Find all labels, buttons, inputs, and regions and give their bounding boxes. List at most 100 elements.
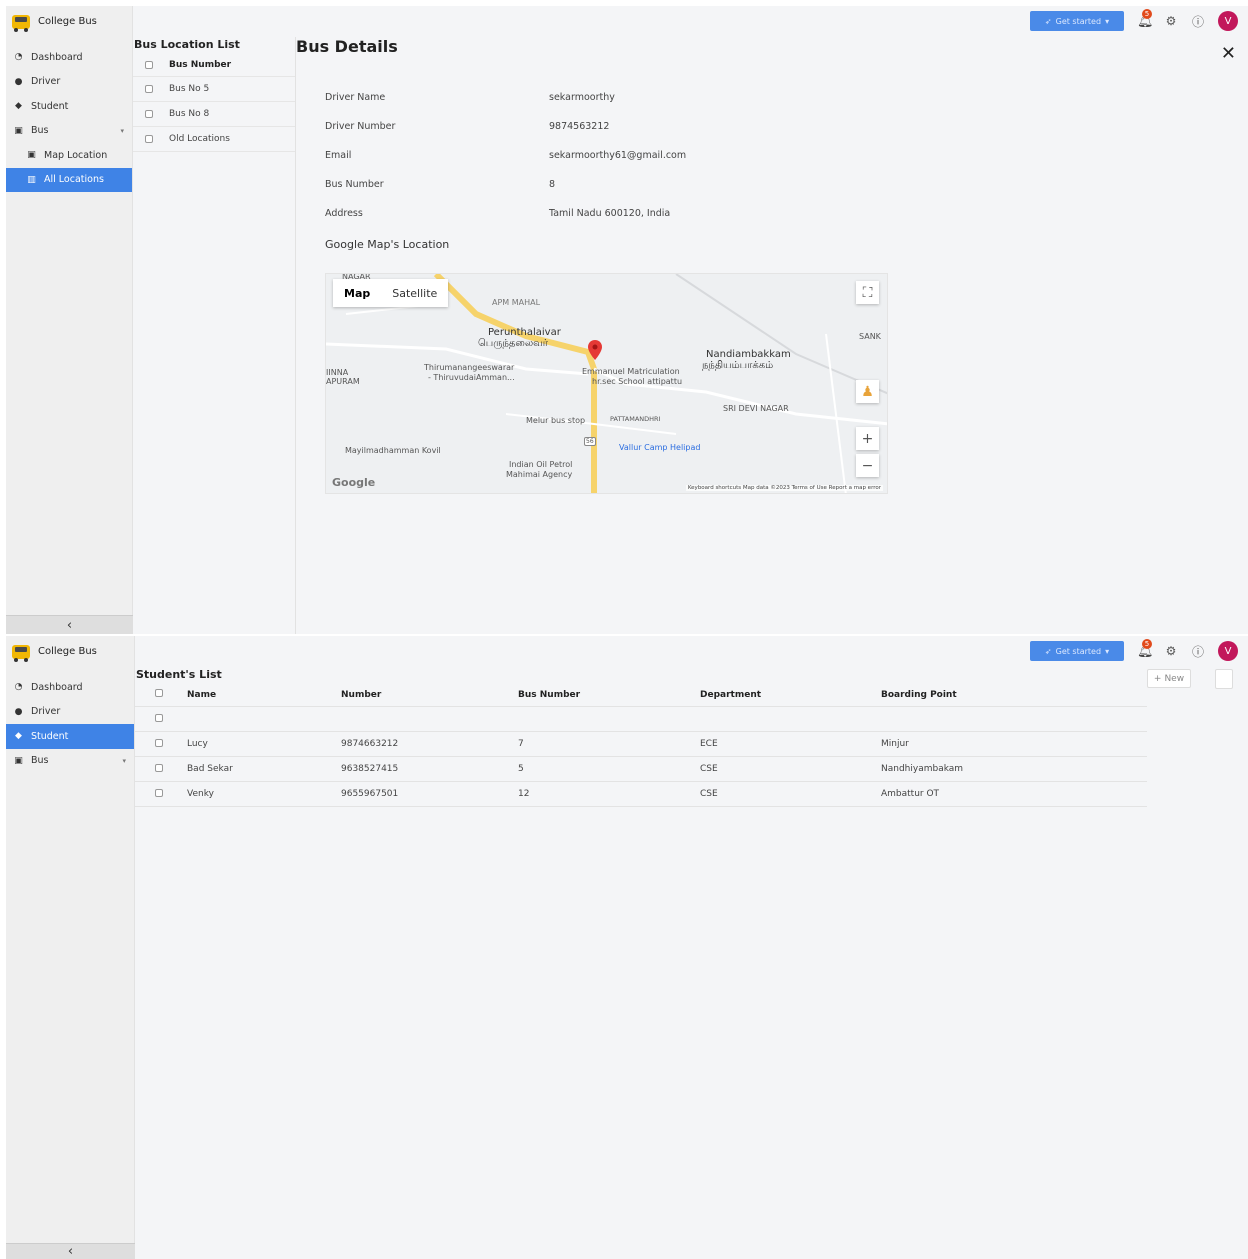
notification-bell[interactable]: 🔔︎ 5 [1137, 638, 1154, 659]
app-title: College Bus [38, 16, 97, 27]
sidebar: College Bus ◔ Dashboard ● Driver ◆ Student … [6, 636, 135, 1259]
brand[interactable]: College Bus [6, 636, 134, 667]
column-header[interactable]: Name [187, 690, 341, 700]
sidebar-item-driver[interactable]: ● Driver [6, 700, 134, 725]
sidebar-item-dashboard[interactable]: ◔ Dashboard [6, 675, 134, 700]
map-label: Vallur Camp Helipad [619, 443, 701, 452]
sidebar-item-dashboard[interactable]: ◔ Dashboard [6, 45, 132, 70]
row-checkbox[interactable] [155, 788, 163, 797]
select-all-checkbox[interactable] [155, 689, 163, 697]
map-section-title: Google Map's Location [325, 238, 450, 251]
fullscreen-icon[interactable]: ⛶ [856, 281, 879, 304]
sidebar-item-label: Bus [31, 755, 49, 767]
list-item[interactable]: Bus No 5 [133, 77, 295, 102]
map-pin-icon[interactable] [588, 340, 602, 360]
chevron-down-icon: ▾ [1105, 646, 1110, 656]
list-item[interactable]: Bus No 8 [133, 102, 295, 127]
notification-bell[interactable]: 🔔︎ 5 [1137, 8, 1154, 29]
map-label: Indian Oil Petrol [509, 460, 573, 469]
person-icon: ● [14, 76, 23, 87]
map-label: Perunthalaivar [488, 327, 561, 338]
field-driver-name: Driver Name sekarmoorthy [325, 92, 615, 103]
avatar[interactable]: V [1218, 11, 1238, 31]
field-label: Bus Number [325, 179, 384, 190]
row-checkbox[interactable] [145, 85, 153, 93]
help-icon[interactable]: ⓘ [1191, 13, 1205, 30]
column-header: Bus Number [169, 59, 232, 70]
list-item-label: Old Locations [169, 134, 230, 144]
sidebar-item-bus[interactable]: ▣ Bus ▾ [6, 119, 132, 144]
settings-gear-icon[interactable]: ⚙ [1164, 14, 1178, 28]
column-header[interactable]: Boarding Point [881, 690, 1147, 700]
sidebar-item-all-locations[interactable]: ▥ All Locations [6, 167, 132, 192]
table-row[interactable]: Lucy 9874663212 7 ECE Minjur [135, 732, 1147, 757]
bus-location-list: Bus Location List Bus Number Bus No 5 Bu… [133, 37, 296, 634]
list-item-label: Bus No 8 [169, 109, 210, 119]
google-map[interactable]: Map Satellite ⛶ ♟ + − NAGAR APM MAHAL Pe… [325, 273, 888, 494]
brand[interactable]: College Bus [6, 6, 132, 37]
field-value: 8 [549, 179, 556, 190]
close-icon[interactable]: ✕ [1221, 43, 1236, 64]
notification-badge: 5 [1142, 8, 1152, 19]
field-bus-number: Bus Number 8 [325, 179, 555, 190]
map-label: Mahimai Agency [506, 470, 573, 479]
chevron-down-icon: ▾ [1105, 16, 1110, 26]
map-label: Emmanuel Matriculation [582, 367, 680, 376]
sidebar-item-map-location[interactable]: ▣ Map Location [6, 143, 132, 168]
tab-satellite[interactable]: Satellite [381, 287, 448, 300]
map-label: Nandiambakkam [706, 349, 791, 360]
table-row[interactable]: Venky 9655967501 12 CSE Ambattur OT [135, 782, 1147, 807]
map-footer[interactable]: Keyboard shortcuts Map data ©2023 Terms … [685, 485, 883, 491]
sidebar-item-student[interactable]: ◆ Student [6, 724, 134, 749]
graduation-cap-icon: ◆ [15, 731, 22, 742]
get-started-button[interactable]: ➶ Get started ▾ [1030, 11, 1124, 31]
new-button-label: New [1164, 673, 1185, 684]
chevron-left-icon: ‹ [67, 1244, 74, 1259]
sidebar-item-bus[interactable]: ▣ Bus ▾ [6, 749, 134, 774]
settings-gear-icon[interactable]: ⚙ [1164, 644, 1178, 658]
column-header[interactable]: Department [700, 690, 881, 700]
new-student-button[interactable]: + New [1147, 669, 1191, 688]
zoom-out-button[interactable]: − [856, 454, 879, 477]
notification-badge: 5 [1142, 638, 1152, 649]
row-checkbox[interactable] [155, 738, 163, 747]
field-value: 9874563212 [549, 121, 610, 132]
sidebar-item-label: Dashboard [31, 51, 83, 63]
table-header: Name Number Bus Number Department Boardi… [135, 683, 1147, 707]
cell-department: ECE [700, 739, 718, 749]
map-label: Melur bus stop [526, 416, 586, 425]
column-header[interactable]: Number [341, 690, 518, 700]
zoom-in-button[interactable]: + [856, 427, 879, 450]
table-row[interactable]: Bad Sekar 9638527415 5 CSE Nandhiyambaka… [135, 757, 1147, 782]
list-item-label: Bus No 5 [169, 84, 210, 94]
row-checkbox[interactable] [155, 763, 163, 772]
get-started-label: Get started [1055, 646, 1102, 656]
table-row[interactable] [135, 707, 1147, 732]
sidebar-item-label: All Locations [44, 174, 104, 186]
get-started-button[interactable]: ➶ Get started ▾ [1030, 641, 1124, 661]
row-checkbox[interactable] [155, 713, 163, 722]
sidebar-collapse-button[interactable]: ‹ [6, 1243, 135, 1259]
list-item[interactable]: Old Locations [133, 127, 295, 152]
map-type-tabs: Map Satellite [333, 279, 449, 307]
map-label: NAGAR [342, 273, 371, 281]
sidebar-item-label: Student [31, 730, 69, 742]
chevron-left-icon: ‹ [66, 617, 73, 633]
sidebar-item-student[interactable]: ◆ Student [6, 94, 132, 119]
options-button[interactable] [1215, 669, 1233, 689]
tab-map[interactable]: Map [333, 287, 381, 300]
map-label: - ThiruvudaiAmman... [428, 373, 515, 382]
row-checkbox[interactable] [145, 110, 153, 118]
help-icon[interactable]: ⓘ [1191, 643, 1205, 660]
sidebar-collapse-button[interactable]: ‹ [6, 615, 133, 634]
pegman-icon[interactable]: ♟ [856, 380, 879, 403]
field-address: Address Tamil Nadu 600120, India [325, 208, 670, 219]
avatar[interactable]: V [1218, 641, 1238, 661]
row-checkbox[interactable] [145, 135, 153, 143]
bus-icon: ▣ [14, 755, 23, 766]
field-driver-number: Driver Number 9874563212 [325, 121, 609, 132]
sidebar-item-driver[interactable]: ● Driver [6, 70, 132, 95]
select-all-checkbox[interactable] [145, 60, 153, 69]
column-header[interactable]: Bus Number [518, 690, 700, 700]
cell-boarding-point: Nandhiyambakam [881, 764, 964, 774]
